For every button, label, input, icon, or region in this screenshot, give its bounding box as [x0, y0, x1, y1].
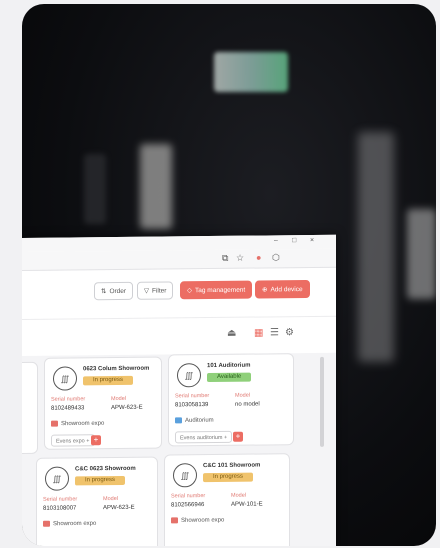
device-card[interactable]: ∭ C&C 0623 Showroom In progress Serial n…	[36, 456, 158, 546]
device-logo-icon: ∭	[45, 466, 69, 491]
location: Showroom expo	[171, 517, 224, 524]
background-light-left	[84, 154, 106, 224]
event-suffix: +	[224, 434, 228, 441]
background-light-far-right	[407, 209, 436, 299]
device-card[interactable]: ∭ 0623 Colum Showroom In progress Serial…	[44, 356, 162, 450]
serial-value: 8103058139	[175, 402, 209, 409]
laptop-screen: – □ × ⧉ ☆ ● ⬡ ⇅ Order ▽ Filter ◇ Tag man…	[22, 234, 336, 546]
close-button[interactable]: ×	[310, 237, 314, 244]
device-logo-icon: ∭	[177, 363, 201, 388]
location: Showroom expo	[43, 520, 96, 527]
model-value: APW-101-E	[231, 501, 263, 508]
model-label: Model	[111, 395, 126, 403]
add-event-button[interactable]: +	[233, 431, 243, 442]
order-label: Order	[109, 287, 127, 295]
device-grid: ∭ 0623 Colum Showroom In progress Serial…	[22, 352, 336, 546]
device-card-partial[interactable]	[22, 361, 38, 455]
location: Showroom expo	[51, 420, 104, 427]
location-label: Auditorium	[185, 417, 214, 424]
minimize-button[interactable]: –	[274, 237, 278, 244]
page-toolbar: ⇅ Order ▽ Filter ◇ Tag management ⊕ Add …	[22, 267, 336, 320]
status-badge: In progress	[83, 375, 134, 386]
serial-value: 8102489433	[51, 405, 85, 412]
grid-view-icon[interactable]: ▦	[254, 327, 263, 338]
device-title: C&C 101 Showroom	[203, 462, 261, 470]
serial-value: 8102566946	[171, 502, 205, 509]
list-view-icon[interactable]: ☰	[270, 327, 279, 338]
add-device-button[interactable]: ⊕ Add device	[255, 279, 310, 299]
event-select[interactable]: Evens auditorium +	[175, 430, 233, 444]
serial-label: Serial number	[51, 396, 86, 403]
plus-circle-icon: ⊕	[262, 286, 268, 294]
model-label: Model	[235, 392, 250, 399]
filter-icon: ▽	[144, 287, 149, 295]
model-label: Model	[103, 495, 118, 503]
model-value: APW-623-E	[103, 504, 135, 512]
background-light-display	[214, 52, 288, 92]
device-title: 101 Auditorium	[207, 362, 251, 370]
add-device-label: Add device	[270, 285, 303, 293]
add-event-button[interactable]: +	[91, 435, 101, 446]
tag-management-label: Tag management	[195, 286, 246, 294]
maximize-button[interactable]: □	[292, 237, 296, 244]
sort-icon: ⇅	[101, 288, 107, 296]
event-label: Evens auditorium	[180, 434, 223, 442]
photo-frame: – □ × ⧉ ☆ ● ⬡ ⇅ Order ▽ Filter ◇ Tag man…	[22, 4, 436, 546]
serial-value: 8103108007	[43, 505, 77, 512]
extensions-icon[interactable]: ⬡	[272, 252, 280, 263]
order-button[interactable]: ⇅ Order	[94, 281, 134, 301]
device-logo-icon: ∭	[173, 463, 197, 488]
device-card[interactable]: ∭ C&C 101 Showroom In progress Serial nu…	[164, 453, 290, 546]
tag-icon: ◇	[187, 287, 192, 295]
view-options-bar: ⏏ ▦ ☰ ⚙	[22, 317, 336, 356]
status-badge: In progress	[75, 475, 126, 486]
export-icon[interactable]: ⏏	[227, 328, 236, 339]
star-icon[interactable]: ☆	[236, 253, 244, 264]
filter-label: Filter	[152, 286, 167, 295]
scrollbar[interactable]	[320, 356, 324, 447]
background-light-center	[140, 144, 172, 229]
status-badge: Available	[207, 372, 252, 383]
event-suffix: +	[86, 438, 90, 445]
location-icon	[43, 520, 50, 527]
serial-label: Serial number	[175, 393, 210, 400]
location-icon	[51, 420, 58, 427]
model-value: no model	[235, 401, 260, 408]
device-card[interactable]: ∭ 101 Auditorium Available Serial number…	[168, 353, 294, 447]
device-title: C&C 0623 Showroom	[75, 465, 136, 473]
cast-icon[interactable]: ⧉	[222, 253, 228, 264]
location: Auditorium	[175, 417, 214, 424]
event-label: Evens expo	[56, 438, 85, 445]
location-icon	[175, 417, 182, 424]
location-label: Showroom expo	[181, 517, 225, 524]
filter-button[interactable]: ▽ Filter	[137, 281, 174, 300]
location-label: Showroom expo	[61, 420, 105, 428]
background-light-right	[358, 132, 394, 362]
event-select[interactable]: Evens expo +	[51, 434, 95, 447]
status-badge: In progress	[203, 472, 254, 483]
model-label: Model	[231, 492, 246, 499]
serial-label: Serial number	[171, 493, 206, 500]
serial-label: Serial number	[43, 496, 78, 503]
settings-icon[interactable]: ⚙	[285, 327, 294, 338]
device-title: 0623 Colum Showroom	[83, 365, 150, 373]
model-value: APW-623-E	[111, 404, 143, 412]
profile-icon[interactable]: ●	[256, 252, 261, 262]
location-label: Showroom expo	[53, 520, 97, 528]
device-logo-icon: ∭	[53, 366, 77, 391]
location-icon	[171, 517, 178, 524]
tag-management-button[interactable]: ◇ Tag management	[180, 280, 253, 300]
